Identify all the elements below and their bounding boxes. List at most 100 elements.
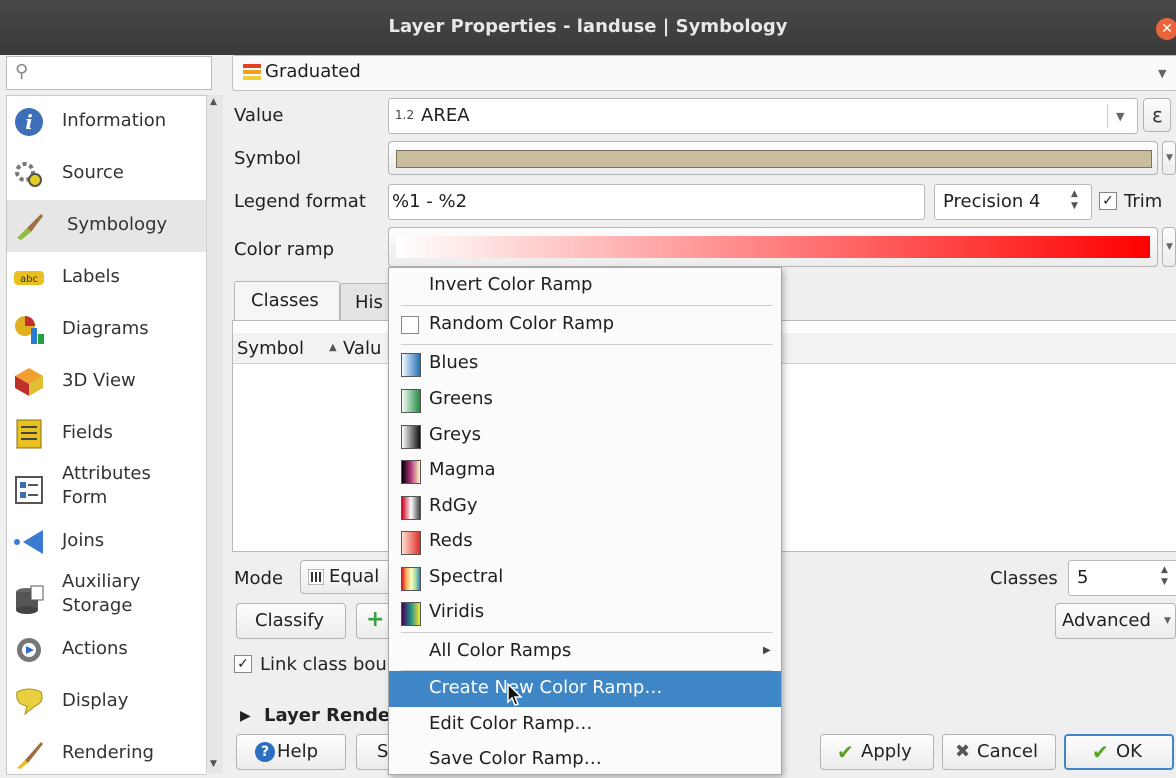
random-ramp-checkbox[interactable]	[401, 316, 419, 334]
sidebar-item-source[interactable]: Source	[7, 148, 207, 200]
chevron-down-icon[interactable]: ▼	[1116, 110, 1124, 123]
sidebar-item-joins[interactable]: Joins	[7, 516, 207, 568]
cancel-button[interactable]: ✖ Cancel	[942, 734, 1056, 770]
menu-item-label: Magma	[429, 459, 496, 480]
symbol-menu-button[interactable]: ▼	[1162, 141, 1176, 175]
sidebar-item-information[interactable]: i Information	[7, 96, 207, 148]
symbol-button[interactable]	[388, 141, 1158, 175]
sidebar-item-labels[interactable]: abc Labels	[7, 252, 207, 304]
title-bar: Layer Properties - landuse | Symbology ✕	[0, 0, 1176, 55]
ok-label: OK	[1116, 741, 1142, 762]
sidebar-item-label: Labels	[62, 266, 120, 287]
symbology-icon	[17, 214, 43, 240]
help-button[interactable]: ? Help	[236, 734, 346, 770]
menu-item-label: Blues	[429, 352, 479, 373]
menu-item-label: Edit Color Ramp…	[429, 713, 593, 734]
menu-item-ramp-blues[interactable]: Blues	[389, 346, 781, 382]
menu-separator	[401, 305, 773, 306]
menu-item-ramp-viridis[interactable]: Viridis	[389, 595, 781, 631]
classify-button[interactable]: Classify	[236, 603, 346, 639]
menu-item-label: Greys	[429, 424, 482, 445]
menu-item-label: Viridis	[429, 601, 485, 622]
sidebar-scrollbar[interactable]: ▲ ▼	[206, 95, 223, 773]
mode-select[interactable]: Equal	[300, 560, 400, 594]
menu-item-ramp-magma[interactable]: Magma	[389, 453, 781, 489]
layer-rendering-header[interactable]: Layer Rende	[264, 705, 390, 726]
expression-icon: ε	[1152, 103, 1163, 127]
spin-arrows-icon[interactable]: ▲ ▼	[1161, 564, 1168, 588]
color-ramp-label: Color ramp	[234, 239, 335, 260]
precision-spinbox[interactable]: Precision 4 ▲ ▼	[934, 184, 1092, 220]
diagrams-icon	[15, 316, 44, 344]
expression-button[interactable]: ε	[1143, 98, 1171, 132]
sidebar-item-label: Actions	[62, 638, 128, 659]
3d-view-icon	[15, 368, 43, 396]
ramp-swatch	[401, 531, 421, 555]
advanced-label: Advanced	[1062, 610, 1151, 631]
link-class-label: Link class bou	[260, 654, 387, 675]
value-field[interactable]: 1.2 AREA ▼	[388, 98, 1138, 134]
info-icon: i	[15, 108, 43, 136]
advanced-button[interactable]: Advanced ▼	[1055, 603, 1176, 639]
trim-checkbox[interactable]: ✓	[1099, 192, 1117, 210]
color-ramp-menu: Invert Color Ramp Random Color Ramp Blue…	[388, 267, 782, 775]
menu-item-invert-color-ramp[interactable]: Invert Color Ramp	[389, 268, 781, 304]
mode-value: Equal	[329, 566, 380, 587]
sidebar-item-fields[interactable]: Fields	[7, 408, 207, 460]
menu-item-create-new-color-ramp[interactable]: Create New Color Ramp…	[389, 671, 781, 707]
sidebar-item-3d-view[interactable]: 3D View	[7, 356, 207, 408]
trim-label: Trim	[1124, 191, 1163, 212]
menu-item-ramp-reds[interactable]: Reds	[389, 524, 781, 560]
sidebar-item-label: Auxiliary Storage	[62, 571, 141, 616]
menu-item-edit-color-ramp[interactable]: Edit Color Ramp…	[389, 707, 781, 743]
sidebar-item-display[interactable]: Display	[7, 676, 207, 728]
renderer-type-select[interactable]: Graduated ▼	[232, 55, 1176, 91]
close-icon[interactable]: ✕	[1156, 18, 1176, 40]
submenu-arrow-icon: ▶	[763, 645, 771, 656]
sidebar-item-symbology[interactable]: Symbology	[7, 200, 207, 252]
ramp-swatch	[401, 460, 421, 484]
menu-item-all-color-ramps[interactable]: All Color Ramps ▶	[389, 634, 781, 670]
sidebar-item-label: Joins	[62, 530, 105, 551]
sidebar-item-diagrams[interactable]: Diagrams	[7, 304, 207, 356]
menu-item-ramp-spectral[interactable]: Spectral	[389, 560, 781, 596]
color-ramp-button[interactable]	[388, 227, 1158, 267]
column-symbol[interactable]: Symbol	[237, 338, 304, 359]
cancel-icon: ✖	[955, 741, 971, 762]
ramp-swatch	[401, 425, 421, 449]
scroll-up-icon[interactable]: ▲	[210, 97, 217, 107]
search-input[interactable]: ⚲	[6, 56, 212, 90]
menu-item-ramp-rdgy[interactable]: RdGy	[389, 489, 781, 525]
scroll-down-icon[interactable]: ▼	[210, 759, 217, 769]
sidebar-item-actions[interactable]: Actions	[7, 624, 207, 676]
link-class-checkbox[interactable]: ✓	[234, 655, 252, 673]
classes-spinbox[interactable]: 5 ▲ ▼	[1068, 560, 1176, 596]
equal-interval-icon	[308, 569, 324, 585]
chevron-down-icon: ▼	[1166, 153, 1173, 163]
legend-format-label: Legend format	[234, 191, 366, 212]
ramp-swatch	[401, 496, 421, 520]
sort-ascending-icon: ▲	[329, 342, 337, 353]
expand-arrow-icon[interactable]: ▶	[240, 708, 251, 724]
check-icon: ✔	[837, 740, 854, 764]
tab-classes[interactable]: Classes	[234, 281, 340, 322]
svg-text:abc: abc	[20, 274, 38, 285]
menu-item-random-color-ramp[interactable]: Random Color Ramp	[389, 307, 781, 343]
symbol-swatch	[396, 150, 1152, 168]
sidebar-item-attributes-form[interactable]: Attributes Form	[7, 460, 207, 516]
value-label: Value	[234, 105, 284, 126]
value-text: AREA	[421, 105, 470, 126]
style-label: S	[377, 741, 389, 762]
check-icon: ✔	[1092, 740, 1109, 764]
menu-item-ramp-greys[interactable]: Greys	[389, 418, 781, 454]
sidebar-item-rendering[interactable]: Rendering	[7, 728, 207, 774]
spin-arrows-icon[interactable]: ▲ ▼	[1071, 188, 1078, 212]
ok-button[interactable]: ✔ OK	[1064, 734, 1174, 770]
cancel-label: Cancel	[977, 741, 1038, 762]
apply-button[interactable]: ✔ Apply	[820, 734, 934, 770]
legend-format-input[interactable]: %1 - %2	[388, 184, 925, 220]
sidebar-item-auxiliary-storage[interactable]: Auxiliary Storage	[7, 568, 207, 624]
color-ramp-menu-button[interactable]: ▼	[1162, 227, 1176, 267]
menu-item-ramp-greens[interactable]: Greens	[389, 382, 781, 418]
column-value[interactable]: Valu	[343, 338, 381, 359]
